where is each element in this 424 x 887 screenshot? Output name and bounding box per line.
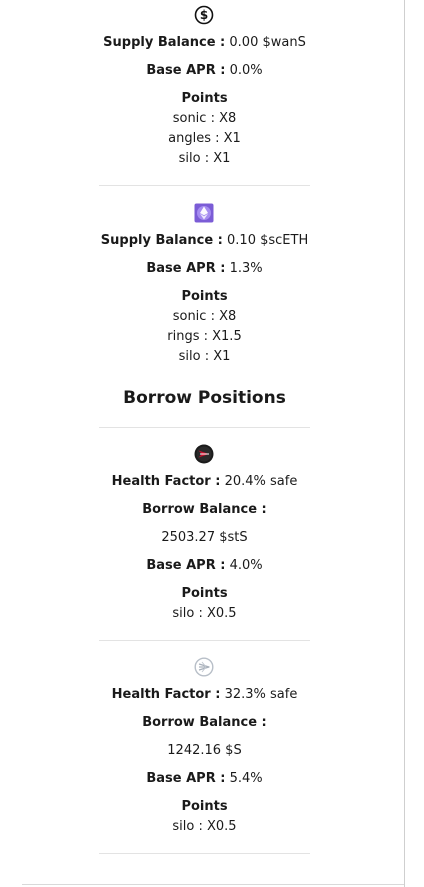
base-apr-value: 4.0% — [229, 558, 263, 573]
base-apr-label: Base APR : — [146, 261, 226, 276]
svg-text:$: $ — [200, 8, 208, 22]
health-factor-row: Health Factor : 32.3% safe — [99, 686, 310, 704]
base-apr-label: Base APR : — [146, 558, 226, 573]
health-factor-row: Health Factor : 20.4% safe — [99, 473, 310, 491]
points-item: silo : X1 — [178, 349, 231, 364]
borrow-positions-heading: Borrow Positions — [123, 388, 286, 408]
eth-token-icon — [194, 203, 214, 223]
health-factor-label: Health Factor : — [111, 687, 221, 702]
borrow-balance-label: Borrow Balance : — [142, 715, 267, 730]
points-heading: Points — [181, 586, 228, 601]
base-apr-value: 5.4% — [229, 771, 263, 786]
borrow-balance-value: 2503.27 $stS — [161, 530, 248, 545]
panel-frame: $ Supply Balance : 0.00 $wanS Base APR :… — [0, 0, 405, 887]
divider — [99, 640, 310, 641]
base-apr-row: Base APR : 0.0% — [99, 62, 310, 80]
points-item: silo : X0.5 — [172, 606, 237, 621]
divider — [99, 853, 310, 854]
sts-token-icon — [194, 444, 214, 464]
points-item: sonic : X8 — [172, 309, 237, 324]
borrow-balance-value: 1242.16 $S — [167, 743, 242, 758]
supply-balance-value: 0.00 $wanS — [229, 35, 306, 50]
supply-balance-label: Supply Balance : — [100, 233, 223, 248]
base-apr-row: Base APR : 1.3% — [99, 260, 310, 278]
base-apr-value: 1.3% — [229, 261, 263, 276]
points-item: silo : X1 — [178, 151, 231, 166]
sonic-token-icon — [194, 657, 214, 677]
positions-column: $ Supply Balance : 0.00 $wanS Base APR :… — [99, 0, 310, 887]
footer-divider — [22, 884, 404, 885]
health-factor-value: 32.3% safe — [224, 687, 298, 702]
base-apr-row: Base APR : 4.0% — [99, 557, 310, 575]
base-apr-row: Base APR : 5.4% — [99, 770, 310, 788]
supply-balance-label: Supply Balance : — [103, 35, 226, 50]
base-apr-label: Base APR : — [146, 771, 226, 786]
health-factor-value: 20.4% safe — [224, 474, 298, 489]
points-item: sonic : X8 — [172, 111, 237, 126]
points-heading: Points — [181, 799, 228, 814]
points-item: silo : X0.5 — [172, 819, 237, 834]
points-item: angles : X1 — [168, 131, 241, 146]
base-apr-label: Base APR : — [146, 63, 226, 78]
borrow-balance-label: Borrow Balance : — [142, 502, 267, 517]
points-heading: Points — [181, 289, 228, 304]
base-apr-value: 0.0% — [229, 63, 263, 78]
supply-balance-row: Supply Balance : 0.10 $scETH — [99, 232, 310, 250]
divider — [99, 427, 310, 428]
health-factor-label: Health Factor : — [111, 474, 221, 489]
supply-balance-row: Supply Balance : 0.00 $wanS — [99, 34, 310, 52]
divider — [99, 185, 310, 186]
points-heading: Points — [181, 91, 228, 106]
supply-balance-value: 0.10 $scETH — [227, 233, 309, 248]
dollar-circle-icon: $ — [194, 5, 214, 25]
points-item: rings : X1.5 — [167, 329, 242, 344]
